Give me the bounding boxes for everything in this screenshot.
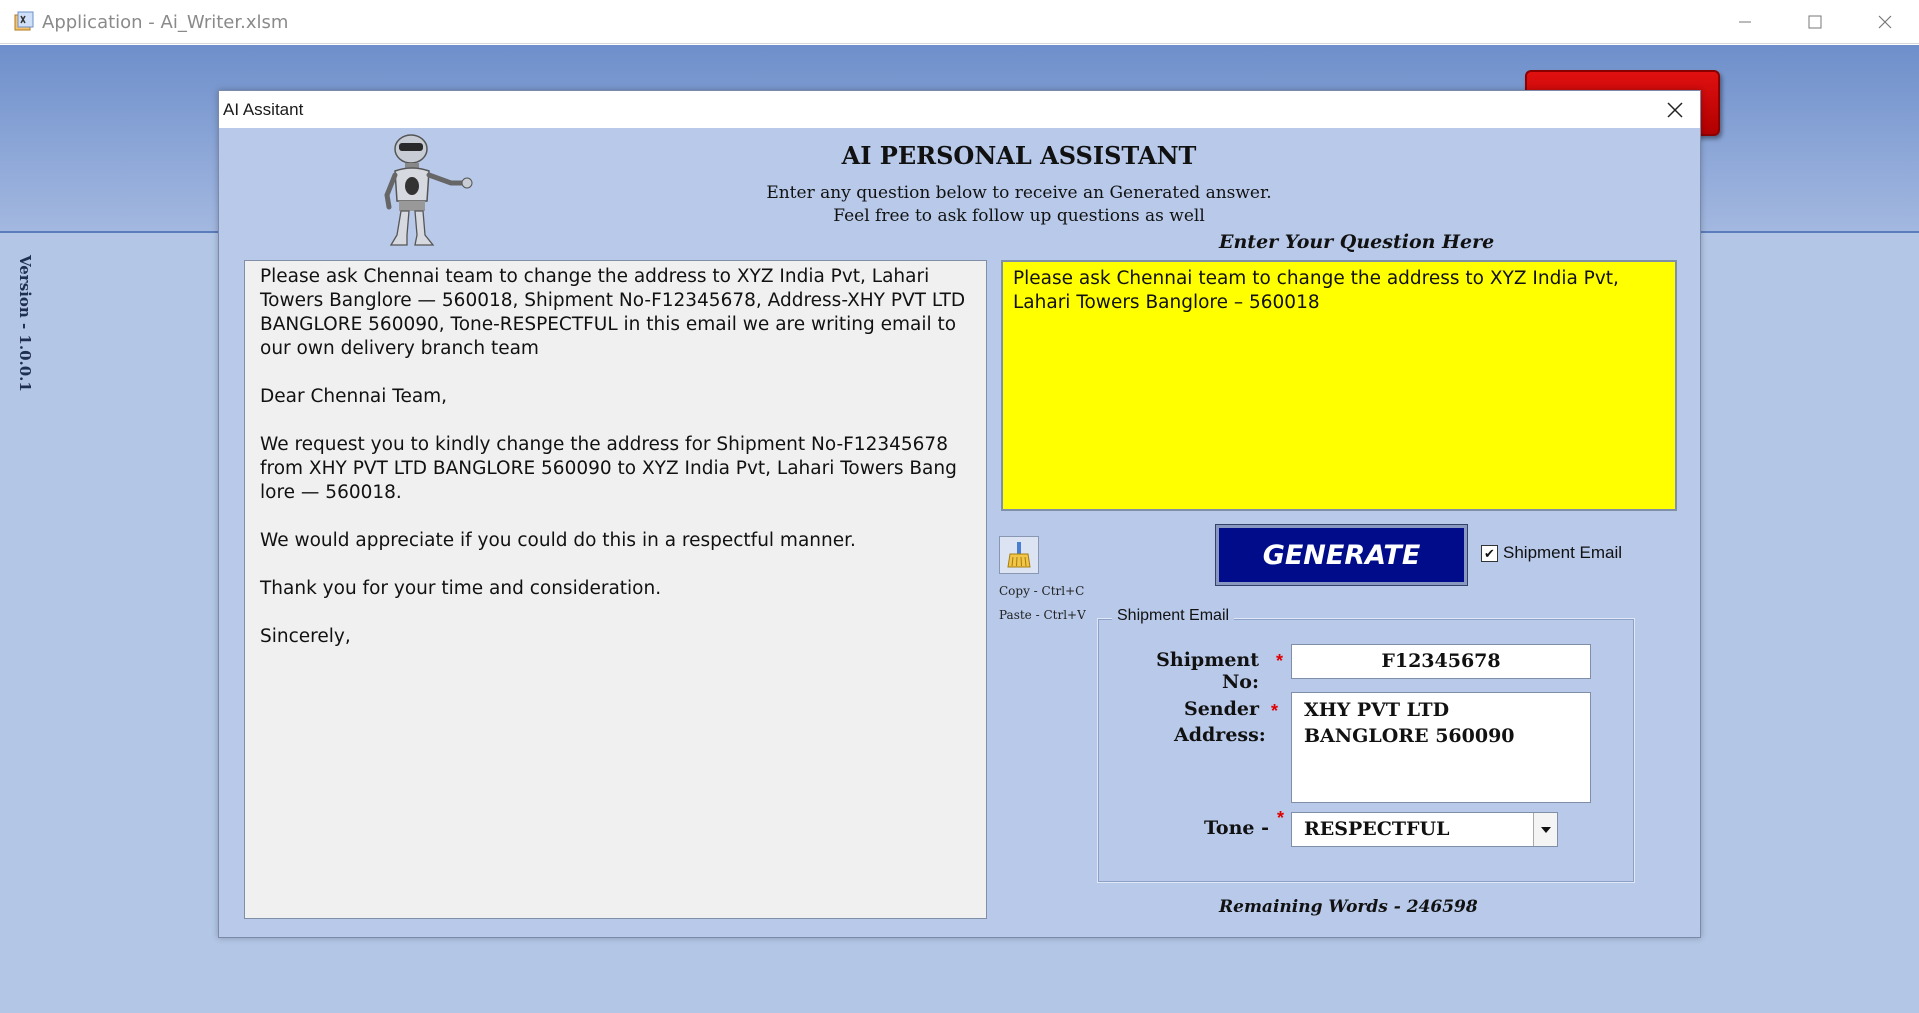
shipment-email-frame-legend: Shipment Email xyxy=(1112,607,1235,625)
broom-icon xyxy=(1007,542,1031,568)
maximize-icon xyxy=(1808,15,1822,29)
shipment-email-checkbox-label: Shipment Email xyxy=(1503,543,1623,562)
paste-hint: Paste - Ctrl+V xyxy=(999,608,1086,622)
required-mark: * xyxy=(1277,808,1285,828)
remaining-words: Remaining Words - 246598 xyxy=(1219,897,1478,917)
sender-address-field[interactable]: XHY PVT LTD BANGLORE 560090 xyxy=(1291,692,1591,803)
dialog-titlebar: AI Assitant xyxy=(219,91,1700,128)
excel-app-icon xyxy=(12,10,36,34)
checkbox-checked-icon[interactable]: ✔ xyxy=(1481,544,1498,562)
sender-label-line-2: Address: xyxy=(1174,724,1266,746)
question-textbox[interactable]: Please ask Chennai team to change the ad… xyxy=(1001,260,1677,511)
tone-selected-value: RESPECTFUL xyxy=(1304,818,1450,840)
shipment-email-checkbox[interactable]: ✔ Shipment Email xyxy=(1481,543,1622,563)
subtitle-line-2: Feel free to ask follow up questions as … xyxy=(833,206,1205,226)
answer-paragraph: Dear Chennai Team, xyxy=(260,386,448,407)
app-titlebar: Application - Ai_Writer.xlsm xyxy=(0,0,1919,44)
tone-label: Tone - xyxy=(1203,817,1269,839)
clear-button[interactable] xyxy=(999,536,1039,574)
tone-dropdown[interactable]: RESPECTFUL xyxy=(1291,812,1558,847)
generate-button[interactable]: GENERATE xyxy=(1215,524,1468,586)
maximize-button[interactable] xyxy=(1780,0,1850,44)
answer-paragraph: Thank you for your time and consideratio… xyxy=(260,578,662,599)
minimize-button[interactable] xyxy=(1710,0,1780,44)
ai-assistant-dialog: AI Assitant AI PERSONAL ASSISTANT Enter … xyxy=(218,90,1701,938)
answer-paragraph: Sincerely, xyxy=(260,626,351,647)
app-title: Application - Ai_Writer.xlsm xyxy=(42,12,289,33)
page-title: AI PERSONAL ASSISTANT xyxy=(841,141,1197,170)
dropdown-arrow-icon[interactable] xyxy=(1533,813,1557,846)
close-icon xyxy=(1878,15,1892,29)
answer-paragraph: Please ask Chennai team to change the ad… xyxy=(260,266,972,359)
close-icon xyxy=(1667,102,1683,118)
sender-label-line-1: Sender xyxy=(1183,698,1259,720)
answer-paragraph: We would appreciate if you could do this… xyxy=(260,530,856,551)
required-mark: * xyxy=(1271,701,1279,721)
robot-image xyxy=(379,131,479,251)
shipment-no-label: Shipment No: xyxy=(1156,649,1259,693)
answer-textbox[interactable]: Please ask Chennai team to change the ad… xyxy=(244,260,987,919)
copy-hint: Copy - Ctrl+C xyxy=(999,584,1085,598)
shipment-no-field[interactable]: F12345678 xyxy=(1291,644,1591,679)
required-mark: * xyxy=(1276,651,1284,671)
dialog-close-button[interactable] xyxy=(1660,95,1690,125)
app-close-button[interactable] xyxy=(1850,0,1919,44)
subtitle-line-1: Enter any question below to receive an G… xyxy=(766,183,1272,203)
version-label: Version - 1.0.0.1 xyxy=(16,255,34,392)
sender-address-label: Sender Address: xyxy=(1174,696,1266,748)
minimize-icon xyxy=(1739,21,1751,23)
dialog-title: AI Assitant xyxy=(223,100,304,119)
question-label: Enter Your Question Here xyxy=(1219,231,1495,253)
answer-paragraph: We request you to kindly change the addr… xyxy=(260,434,963,503)
